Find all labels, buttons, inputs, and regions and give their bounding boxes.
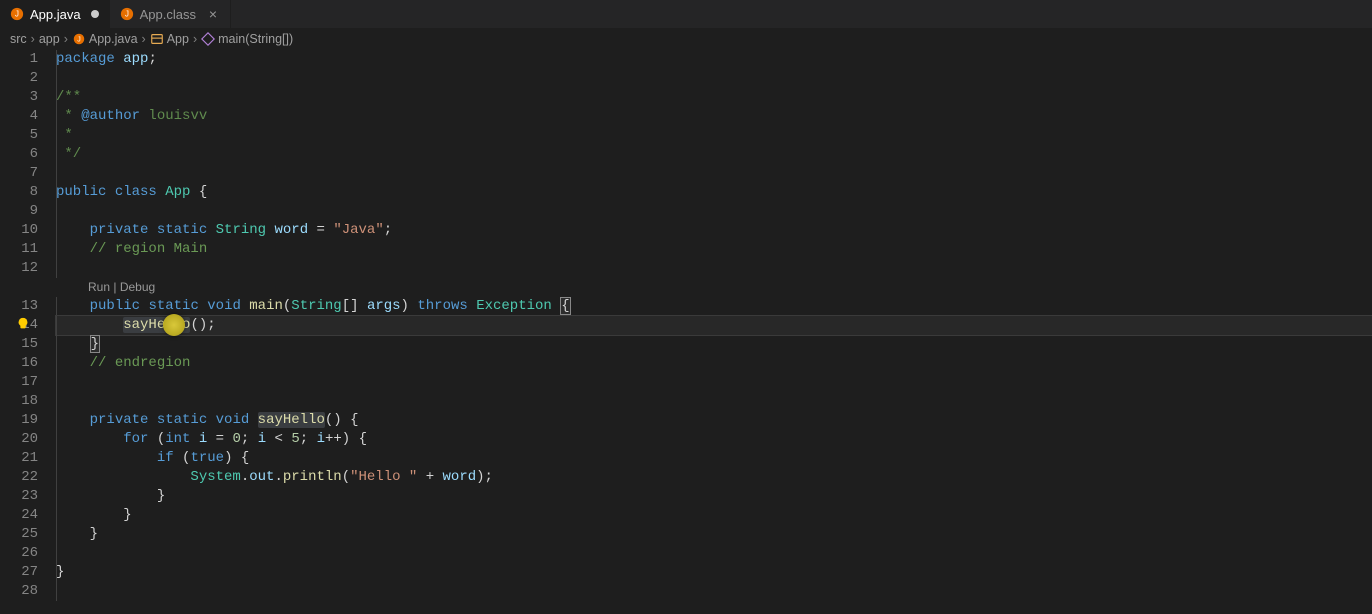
code-line[interactable] bbox=[56, 582, 1372, 601]
line-number: 11 bbox=[0, 240, 38, 259]
line-number: 25 bbox=[0, 525, 38, 544]
code-line[interactable]: * bbox=[56, 126, 1372, 145]
svg-text:J: J bbox=[77, 37, 81, 44]
breadcrumb-method[interactable]: main(String[]) bbox=[201, 32, 293, 46]
line-number: 28 bbox=[0, 582, 38, 601]
codelens-run[interactable]: Run bbox=[88, 280, 110, 294]
line-number: 1 bbox=[0, 50, 38, 69]
lightbulb-icon[interactable] bbox=[16, 317, 30, 331]
line-number: 15 bbox=[0, 335, 38, 354]
line-number: 22 bbox=[0, 468, 38, 487]
code-line[interactable]: for (int i = 0; i < 5; i++) { bbox=[56, 430, 1372, 449]
codelens: Run | Debug bbox=[56, 278, 1372, 297]
line-number: 18 bbox=[0, 392, 38, 411]
code-line[interactable] bbox=[56, 202, 1372, 221]
tab-modified-dot bbox=[91, 10, 99, 18]
breadcrumb-app[interactable]: app bbox=[39, 32, 60, 46]
code-line[interactable]: package app; bbox=[56, 50, 1372, 69]
line-number: 27 bbox=[0, 563, 38, 582]
code-line[interactable]: sayHello(); bbox=[56, 316, 1372, 335]
code-line[interactable]: /** bbox=[56, 88, 1372, 107]
code-line[interactable]: private static void sayHello() { bbox=[56, 411, 1372, 430]
code-line[interactable]: * @author louisvv bbox=[56, 107, 1372, 126]
editor-tabs: J App.java J App.class × bbox=[0, 0, 1372, 28]
method-icon bbox=[201, 32, 215, 46]
code-line[interactable]: } bbox=[56, 487, 1372, 506]
breadcrumbs: src › app › J App.java › App › main(Stri… bbox=[0, 28, 1372, 50]
mouse-cursor-highlight bbox=[163, 314, 185, 336]
breadcrumb-file[interactable]: J App.java bbox=[72, 32, 138, 46]
chevron-right-icon: › bbox=[142, 32, 146, 46]
code-line[interactable]: if (true) { bbox=[56, 449, 1372, 468]
line-number: 10 bbox=[0, 221, 38, 240]
code-line[interactable] bbox=[56, 373, 1372, 392]
svg-text:J: J bbox=[15, 10, 19, 19]
code-line[interactable] bbox=[56, 544, 1372, 563]
code-editor[interactable]: 1234567891011121314151617181920212223242… bbox=[0, 50, 1372, 614]
line-number: 2 bbox=[0, 69, 38, 88]
line-number: 26 bbox=[0, 544, 38, 563]
line-number: 9 bbox=[0, 202, 38, 221]
code-line[interactable]: System.out.println("Hello " + word); bbox=[56, 468, 1372, 487]
line-number: 17 bbox=[0, 373, 38, 392]
line-number: 5 bbox=[0, 126, 38, 145]
line-number: 8 bbox=[0, 183, 38, 202]
code-line[interactable] bbox=[56, 164, 1372, 183]
line-number: 12 bbox=[0, 259, 38, 278]
code-line[interactable]: private static String word = "Java"; bbox=[56, 221, 1372, 240]
line-number: 7 bbox=[0, 164, 38, 183]
code-line[interactable]: */ bbox=[56, 145, 1372, 164]
line-number: 13 bbox=[0, 297, 38, 316]
line-number-gutter: 1234567891011121314151617181920212223242… bbox=[0, 50, 56, 614]
code-line[interactable]: // region Main bbox=[56, 240, 1372, 259]
code-line[interactable]: } bbox=[56, 506, 1372, 525]
code-line[interactable]: public static void main(String[] args) t… bbox=[56, 297, 1372, 316]
chevron-right-icon: › bbox=[31, 32, 35, 46]
line-number: 20 bbox=[0, 430, 38, 449]
breadcrumb-src[interactable]: src bbox=[10, 32, 27, 46]
line-number: 16 bbox=[0, 354, 38, 373]
code-line[interactable] bbox=[56, 69, 1372, 88]
java-icon: J bbox=[72, 32, 86, 46]
breadcrumb-class[interactable]: App bbox=[150, 32, 189, 46]
line-number: 24 bbox=[0, 506, 38, 525]
line-number: 3 bbox=[0, 88, 38, 107]
tab-label: App.java bbox=[30, 7, 81, 22]
code-line[interactable]: // endregion bbox=[56, 354, 1372, 373]
chevron-right-icon: › bbox=[64, 32, 68, 46]
code-line[interactable]: } bbox=[56, 525, 1372, 544]
tab-app-class[interactable]: J App.class × bbox=[110, 0, 231, 28]
java-icon: J bbox=[120, 7, 134, 21]
line-number: 4 bbox=[0, 107, 38, 126]
class-icon bbox=[150, 32, 164, 46]
code-area[interactable]: package app; /** * @author louisvv * */ pu… bbox=[56, 50, 1372, 614]
svg-text:J: J bbox=[125, 10, 129, 19]
code-line[interactable]: } bbox=[56, 335, 1372, 354]
line-number: 23 bbox=[0, 487, 38, 506]
line-number: 21 bbox=[0, 449, 38, 468]
chevron-right-icon: › bbox=[193, 32, 197, 46]
java-icon: J bbox=[10, 7, 24, 21]
tab-label: App.class bbox=[140, 7, 196, 22]
line-number: 19 bbox=[0, 411, 38, 430]
code-line[interactable]: public class App { bbox=[56, 183, 1372, 202]
close-icon[interactable]: × bbox=[206, 7, 220, 21]
code-line[interactable]: } bbox=[56, 563, 1372, 582]
line-number: 6 bbox=[0, 145, 38, 164]
code-line[interactable] bbox=[56, 259, 1372, 278]
code-line[interactable] bbox=[56, 392, 1372, 411]
tab-app-java[interactable]: J App.java bbox=[0, 0, 110, 28]
codelens-debug[interactable]: Debug bbox=[120, 280, 155, 294]
